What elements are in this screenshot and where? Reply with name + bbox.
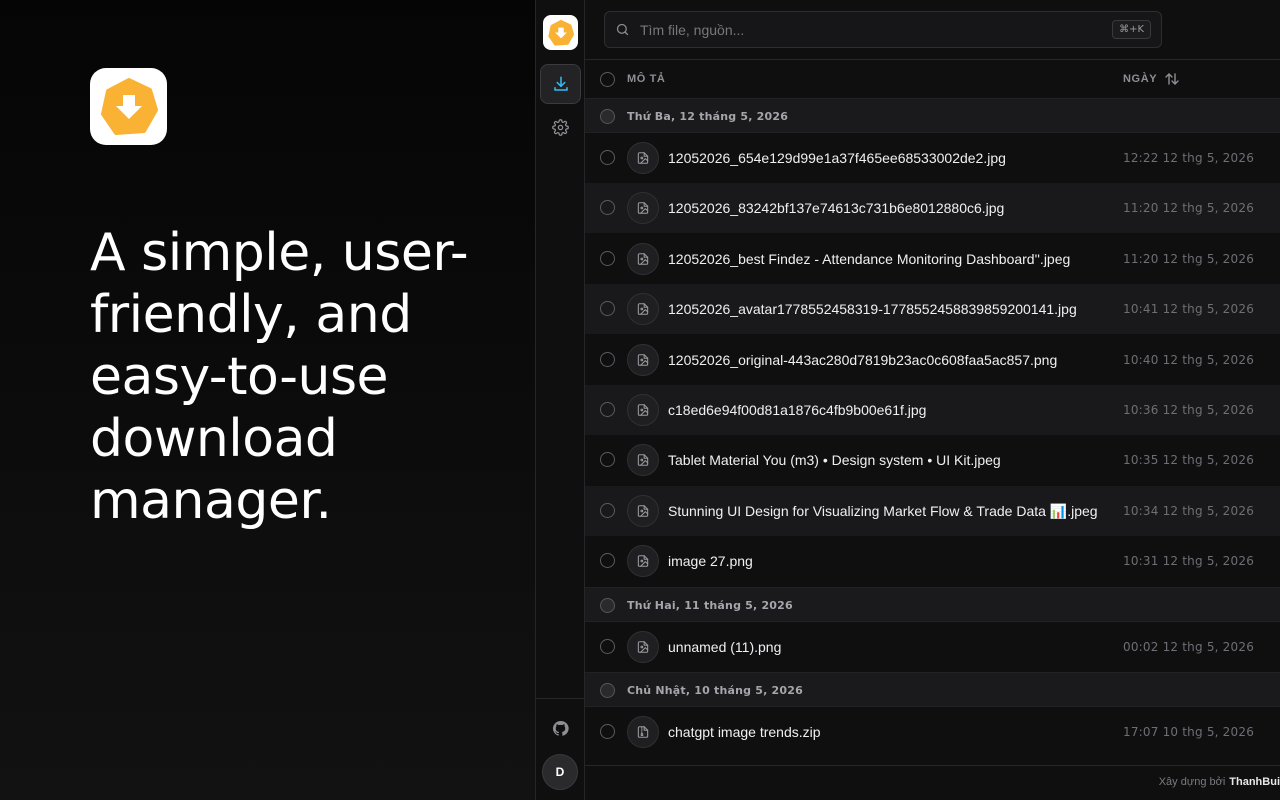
file-name: 12052026_83242bf137e74613c731b6e8012880c… [668,200,1005,217]
rail-logo[interactable] [543,15,578,50]
image-file-icon [627,394,659,426]
file-name: Tablet Material You (m3) • Design system… [668,452,1001,469]
download-icon [553,76,568,91]
table-row[interactable]: chatgpt image trends.zip 17:07 10 thg 5, … [585,707,1280,757]
image-file-icon [627,192,659,225]
app-logo [90,68,167,145]
image-file-icon [627,242,659,275]
table-row[interactable]: 12052026_83242bf137e74613c731b6e8012880c… [585,183,1280,234]
date-group-label: Thứ Hai, 11 tháng 5, 2026 [627,598,793,612]
table-row[interactable]: 12052026_654e129d99e1a37f465ee68533002de… [585,133,1280,183]
file-name: 12052026_654e129d99e1a37f465ee68533002de… [668,150,1006,166]
footer-author[interactable]: ThanhBui [1229,776,1280,788]
file-date: 00:02 12 thg 5, 2026 [1123,639,1255,654]
gear-icon [552,118,569,136]
column-header-date[interactable]: NGÀY [1123,73,1179,85]
table-row[interactable]: Stunning UI Design for Visualizing Marke… [585,485,1280,536]
row-select-checkbox[interactable] [600,250,615,266]
column-header-description: MÔ TẢ [627,73,666,85]
file-date: 17:07 10 thg 5, 2026 [1123,725,1255,739]
date-group-label: Thứ Ba, 12 tháng 5, 2026 [627,110,789,123]
hero-panel: A simple, user-friendly, and easy-to-use… [0,0,535,800]
search-input[interactable] [640,21,1113,38]
row-select-checkbox[interactable] [600,301,615,317]
main-content: ⌘+K MÔ TẢ NGÀY Thứ Ba, 12 tháng 5, 2026 1… [585,0,1280,800]
app-logo-icon [547,19,574,46]
table-row[interactable]: image 27.png 10:31 12 thg 5, 2026 [585,536,1280,586]
file-name: chatgpt image trends.zip [668,724,821,740]
image-file-icon [627,545,659,578]
file-name: 12052026_best Findez - Attendance Monito… [668,250,1071,267]
date-group-label: Chủ Nhật, 10 tháng 5, 2026 [627,684,803,697]
row-select-checkbox[interactable] [600,351,615,367]
file-date: 11:20 12 thg 5, 2026 [1123,251,1255,266]
date-group-header: Thứ Hai, 11 tháng 5, 2026 [585,586,1280,622]
date-group-header: Chủ Nhật, 10 tháng 5, 2026 [585,672,1280,707]
table-row[interactable]: 12052026_avatar1778552458319-17785524588… [585,284,1280,335]
image-file-icon [627,293,659,326]
app-window: D ⌘+K MÔ TẢ NGÀY Thứ Ba, 12 tháng 5, 202… [535,0,1280,800]
table-row[interactable]: unnamed (11).png 00:02 12 thg 5, 2026 [585,622,1280,672]
sort-icon[interactable] [1165,73,1179,85]
file-name: 12052026_original-443ac280d7819b23ac0c60… [668,351,1058,368]
github-link[interactable] [540,708,581,748]
sidebar-item-downloads[interactable] [540,64,581,104]
row-select-checkbox[interactable] [600,553,615,569]
archive-file-icon [627,716,659,748]
table-header: MÔ TẢ NGÀY [585,60,1280,98]
row-select-checkbox[interactable] [600,724,615,739]
file-name: unnamed (11).png [668,638,782,655]
footer-credit: Xây dựng bởi ThanhBui [1159,776,1280,788]
row-select-checkbox[interactable] [600,402,615,417]
avatar[interactable]: D [542,754,578,790]
file-date: 10:35 12 thg 5, 2026 [1123,453,1255,468]
app-logo-icon [100,77,158,135]
select-all-checkbox[interactable] [600,72,615,87]
column-header-date-label: NGÀY [1123,73,1158,85]
rail-divider [536,698,585,699]
image-file-icon [627,494,659,527]
file-name: c18ed6e94f00d81a1876c4fb9b00e61f.jpg [668,402,927,418]
image-file-icon [627,343,659,376]
search-bar[interactable]: ⌘+K [604,11,1162,48]
sidebar-item-settings[interactable] [540,107,581,147]
file-date: 10:34 12 thg 5, 2026 [1123,503,1255,518]
table-row[interactable]: 12052026_original-443ac280d7819b23ac0c60… [585,335,1280,385]
shortcut-hint: ⌘+K [1112,20,1151,39]
row-select-checkbox[interactable] [600,502,615,518]
file-date: 10:40 12 thg 5, 2026 [1123,352,1255,367]
table-row[interactable]: 12052026_best Findez - Attendance Monito… [585,234,1280,284]
file-date: 10:36 12 thg 5, 2026 [1123,403,1255,417]
group-select-checkbox[interactable] [600,597,615,613]
github-icon [552,720,569,736]
footer-label: Xây dựng bởi [1158,776,1226,788]
table-row[interactable]: Tablet Material You (m3) • Design system… [585,435,1280,485]
table-row[interactable]: c18ed6e94f00d81a1876c4fb9b00e61f.jpg 10:3… [585,385,1280,435]
group-select-checkbox[interactable] [600,109,615,124]
file-name: Stunning UI Design for Visualizing Marke… [668,502,1098,519]
file-name: 12052026_avatar1778552458319-17785524588… [668,301,1077,318]
row-select-checkbox[interactable] [600,638,615,654]
sidebar-rail: D [535,0,585,800]
group-select-checkbox[interactable] [600,683,615,698]
file-date: 10:41 12 thg 5, 2026 [1123,302,1255,317]
row-select-checkbox[interactable] [600,452,615,468]
image-file-icon [627,142,659,174]
file-date: 11:20 12 thg 5, 2026 [1123,201,1255,216]
search-icon [616,23,629,36]
divider [585,765,1280,766]
file-date: 12:22 12 thg 5, 2026 [1123,151,1255,165]
file-name: image 27.png [668,553,753,570]
date-group-header: Thứ Ba, 12 tháng 5, 2026 [585,98,1280,133]
row-select-checkbox[interactable] [600,150,615,165]
image-file-icon [627,630,659,663]
file-date: 10:31 12 thg 5, 2026 [1123,554,1255,569]
hero-title: A simple, user-friendly, and easy-to-use… [90,223,469,531]
image-file-icon [627,444,659,477]
row-select-checkbox[interactable] [600,200,615,216]
